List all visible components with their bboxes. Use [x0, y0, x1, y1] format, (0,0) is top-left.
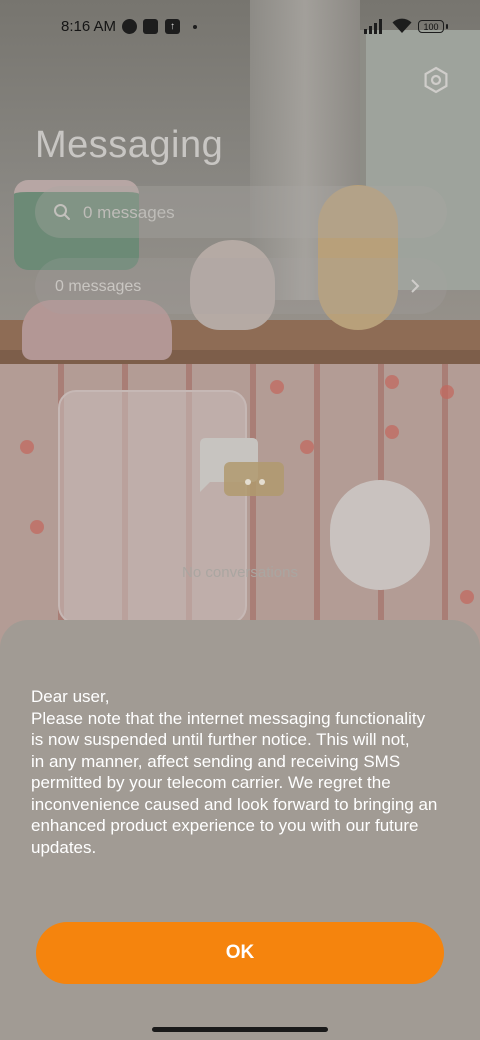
upload-icon: ↑: [165, 19, 180, 34]
home-indicator[interactable]: [152, 1027, 328, 1032]
messages-row[interactable]: 0 messages: [35, 258, 447, 314]
search-icon: [54, 204, 70, 220]
signal-icon: [364, 19, 386, 34]
wifi-icon: [392, 18, 412, 33]
search-placeholder: 0 messages: [83, 203, 175, 222]
message-line: Please note that the internet messaging …: [31, 708, 426, 728]
status-time: 8:16 AM: [61, 18, 117, 35]
messages-row-label: 0 messages: [55, 278, 142, 295]
status-bar: 8:16 AM ↑ 100: [0, 0, 480, 56]
dot-icon: [193, 25, 197, 29]
empty-state-text: No conversations: [182, 564, 298, 581]
notice-dialog: Dear user, Please note that the internet…: [0, 620, 480, 1040]
message-line: enhanced product experience to you with …: [31, 816, 419, 835]
message-line: updates.: [31, 837, 97, 857]
message-line: permitted by your telecom carrier. We re…: [31, 773, 391, 792]
settings-icon[interactable]: [422, 66, 450, 94]
message-line: in any manner, affect sending and receiv…: [31, 751, 401, 771]
message-line: Dear user,: [31, 687, 110, 706]
message-line: is now suspended until further notice. T…: [31, 730, 410, 749]
message-line: inconvenience caused and look forward to…: [31, 794, 438, 814]
battery-level: 100: [423, 22, 439, 32]
search-bar[interactable]: 0 messages: [35, 186, 447, 238]
chevron-right-icon: [411, 279, 420, 293]
battery-icon: 100: [418, 20, 448, 33]
ok-button[interactable]: OK: [36, 922, 444, 984]
page-title: Messaging: [35, 124, 224, 166]
chat-bubbles-icon: [200, 438, 284, 496]
dialog-message: Dear user, Please note that the internet…: [31, 686, 461, 858]
square-app-icon: [143, 19, 158, 34]
whatsapp-icon: [122, 19, 137, 34]
